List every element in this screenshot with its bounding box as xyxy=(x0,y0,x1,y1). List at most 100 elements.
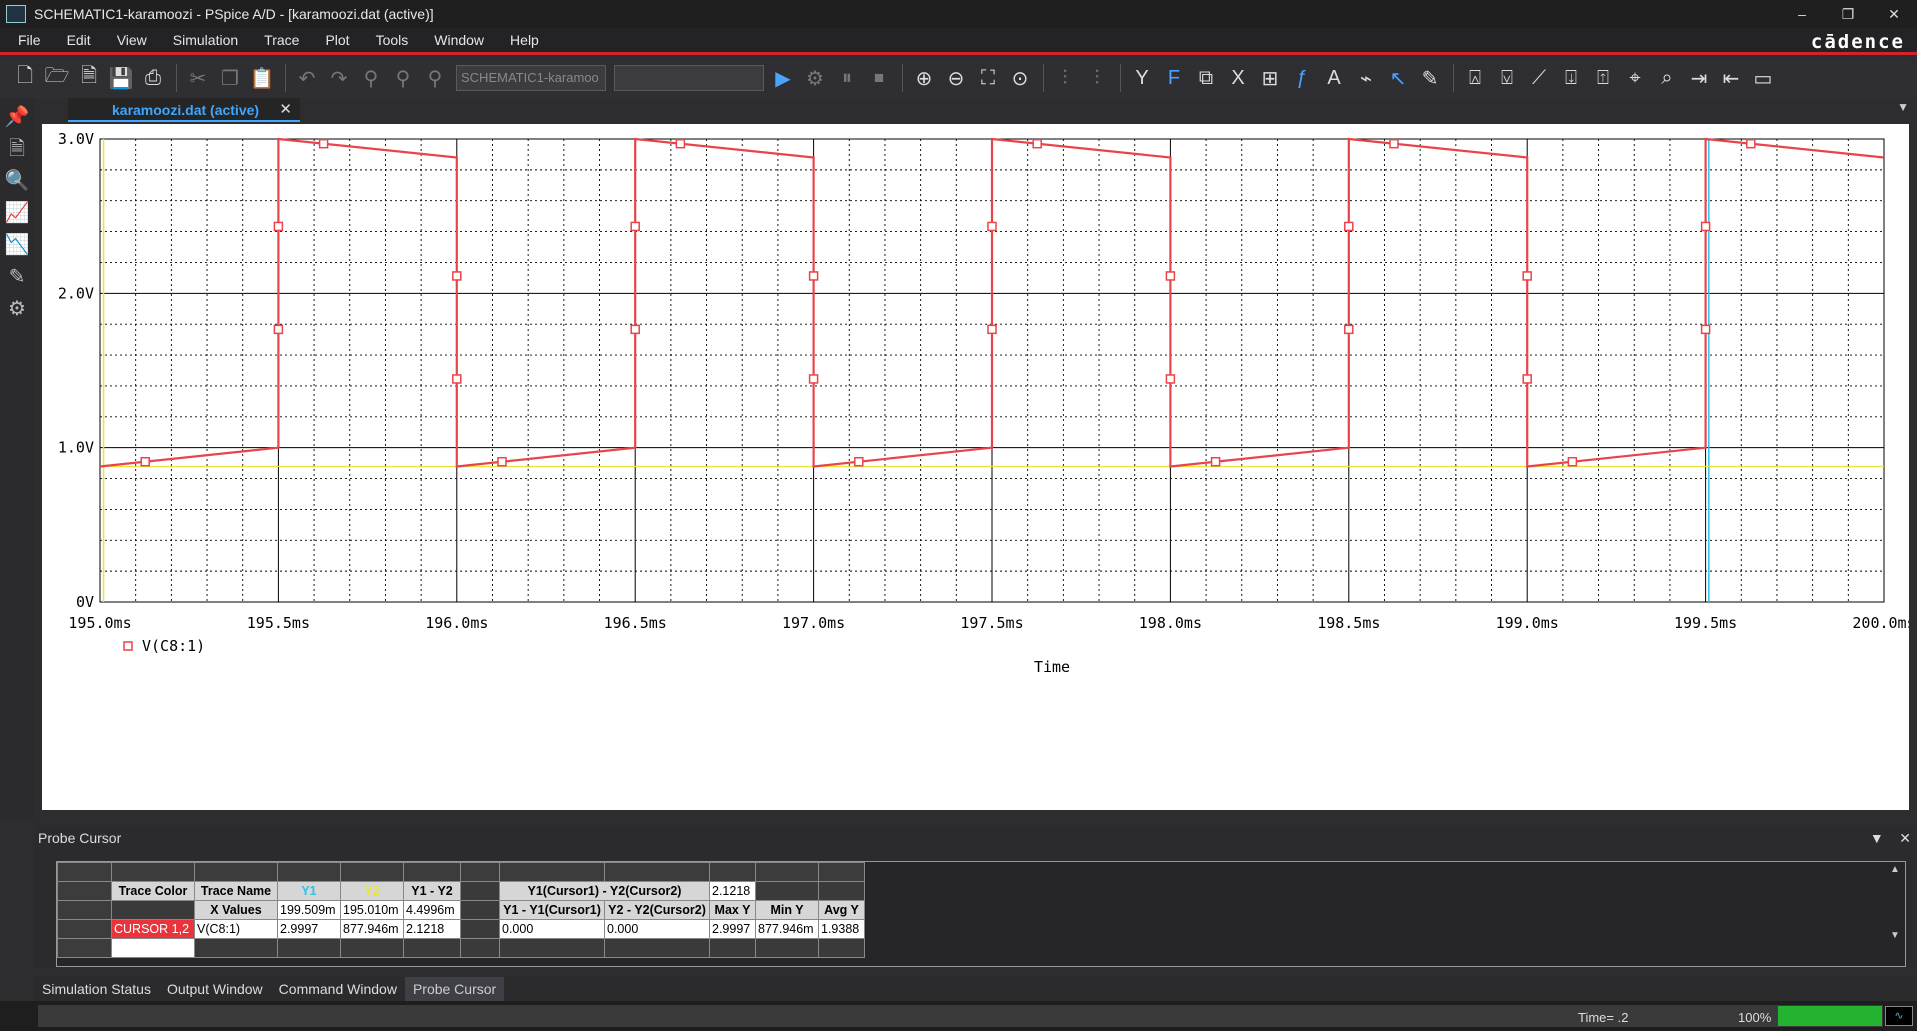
performance-analysis-icon[interactable]: ⧉ xyxy=(1191,63,1221,93)
probe-cursor-grid[interactable]: Trace Color Trace Name Y1 Y2 Y1 - Y2 Y1(… xyxy=(56,861,1906,967)
cursor-point-icon[interactable]: ⌖ xyxy=(1620,63,1650,93)
vertical-scrollbar[interactable]: ▲ ▼ xyxy=(1887,864,1903,964)
menu-window[interactable]: Window xyxy=(421,32,497,48)
trace-name-header: Trace Name xyxy=(194,881,278,901)
print-icon[interactable]: ⎙ xyxy=(138,63,168,93)
empty-cell xyxy=(709,862,756,882)
plot-settings-icon[interactable]: 📉 xyxy=(4,232,30,258)
paste-icon[interactable]: 📋 xyxy=(247,63,277,93)
y2-cursor2-value: 0.000 xyxy=(604,919,710,939)
min-y-header: Min Y xyxy=(755,900,819,920)
cursor-max-icon[interactable]: ⍐ xyxy=(1588,63,1618,93)
status-bar: Time= .2 100% ∿ xyxy=(0,1001,1917,1031)
trace-marker xyxy=(1522,374,1532,384)
waveform-icon[interactable]: ∿ xyxy=(1885,1006,1913,1026)
zoom-out-icon[interactable]: ⊖ xyxy=(941,63,971,93)
document-icon[interactable]: 🗎 xyxy=(4,136,30,162)
undo-icon[interactable]: ↶ xyxy=(292,63,322,93)
cursor-color-swatch[interactable]: CURSOR 1,2 xyxy=(111,919,195,939)
tab-command-window[interactable]: Command Window xyxy=(271,977,405,1001)
stop-icon[interactable]: ⏹ xyxy=(864,63,894,93)
tab-karamoozi-dat[interactable]: karamoozi.dat (active) ✕ xyxy=(68,98,300,122)
edit-plot-icon[interactable]: ✎ xyxy=(4,264,30,290)
menu-edit[interactable]: Edit xyxy=(54,32,104,48)
row-header-cell xyxy=(57,900,112,920)
copy-icon[interactable]: ❐ xyxy=(215,63,245,93)
fft-icon[interactable]: F xyxy=(1159,63,1189,93)
menu-help[interactable]: Help xyxy=(497,32,552,48)
cursor-peak-icon[interactable]: ⍓ xyxy=(1460,63,1490,93)
log-x-icon[interactable]: ⫶ xyxy=(1050,63,1080,93)
menu-trace[interactable]: Trace xyxy=(251,32,312,48)
menu-file[interactable]: File xyxy=(0,32,54,48)
menu-simulation[interactable]: Simulation xyxy=(160,32,251,48)
open-recent-icon[interactable]: 🗎 xyxy=(74,63,104,93)
pin-icon[interactable]: 📌 xyxy=(4,104,30,130)
zoom-in-icon[interactable]: ⊕ xyxy=(909,63,939,93)
empty-cell xyxy=(194,938,278,958)
simulation-combo[interactable] xyxy=(614,65,764,91)
trace-marker xyxy=(452,374,462,384)
toolbar-separator xyxy=(285,64,286,92)
minimize-button[interactable]: – xyxy=(1779,0,1825,28)
waveform-plot[interactable]: 195.0ms 195.5ms 196.0ms 196.5ms 197.0ms 197.5… xyxy=(42,124,1909,810)
empty-cell xyxy=(340,938,404,958)
restore-button[interactable]: ❐ xyxy=(1825,0,1871,28)
settings-icon[interactable]: ⚙ xyxy=(4,296,30,322)
log-y-icon[interactable]: ⫶ xyxy=(1082,63,1112,93)
tab-output-window[interactable]: Output Window xyxy=(159,977,271,1001)
cut-icon[interactable]: ✂ xyxy=(183,63,213,93)
table-row xyxy=(57,862,865,882)
close-button[interactable]: ✕ xyxy=(1871,0,1917,28)
plot-area[interactable]: 195.0ms 195.5ms 196.0ms 196.5ms 197.0ms 197.5… xyxy=(42,124,1909,810)
trace-marker xyxy=(1165,271,1176,281)
mark-label-icon[interactable]: ✎ xyxy=(1415,63,1445,93)
simulation-settings-icon[interactable]: ⚙ xyxy=(800,63,830,93)
close-tab-icon[interactable]: ✕ xyxy=(279,98,292,122)
redo-icon[interactable]: ↷ xyxy=(324,63,354,93)
add-y-axis-icon[interactable]: Y xyxy=(1127,63,1157,93)
open-folder-icon[interactable]: 🗁 xyxy=(42,63,72,93)
toggle-x-axis-icon[interactable]: X xyxy=(1223,63,1253,93)
chevron-down-icon[interactable]: ▼ xyxy=(1897,100,1909,114)
marker-icon[interactable]: ⚲ xyxy=(388,63,418,93)
table-row[interactable]: CURSOR 1,2 V(C8:1) 2.9997 877.946m 2.121… xyxy=(57,919,865,939)
trace-name-value[interactable]: V(C8:1) xyxy=(194,919,278,939)
menu-plot[interactable]: Plot xyxy=(312,32,362,48)
cursor-trough-icon[interactable]: ⍌ xyxy=(1492,63,1522,93)
tab-simulation-status[interactable]: Simulation Status xyxy=(34,977,159,1001)
zoom-fit-icon[interactable]: ⊙ xyxy=(1005,63,1035,93)
plot-window-icon[interactable]: 📈 xyxy=(4,200,30,226)
menu-view[interactable]: View xyxy=(104,32,160,48)
empty-cell xyxy=(194,862,278,882)
cursor-min-icon[interactable]: ⍗ xyxy=(1556,63,1586,93)
cursor-search-icon[interactable]: ⌕ xyxy=(1652,63,1682,93)
cursor-mark-icon[interactable]: ▭ xyxy=(1748,63,1778,93)
menu-tools[interactable]: Tools xyxy=(363,32,422,48)
pause-icon[interactable]: ⏸ xyxy=(832,63,862,93)
close-icon[interactable]: ✕ xyxy=(1899,830,1911,846)
chevron-down-icon[interactable]: ▼ xyxy=(1870,830,1884,846)
panel-controls: ▼ ✕ xyxy=(1870,826,1911,850)
run-icon[interactable]: ▶ xyxy=(768,63,798,93)
new-file-icon[interactable]: 🗋 xyxy=(10,63,40,93)
mark-data-points-icon[interactable]: ⌁ xyxy=(1351,63,1381,93)
search-document-icon[interactable]: 🔍 xyxy=(4,168,30,194)
tab-probe-cursor[interactable]: Probe Cursor xyxy=(404,977,505,1001)
profile-combo[interactable]: SCHEMATIC1-karamoo xyxy=(456,65,606,91)
legend-label: V(C8:1) xyxy=(142,637,205,655)
zoom-area-icon[interactable]: ⛶ xyxy=(973,63,1003,93)
add-text-label-icon[interactable]: A xyxy=(1319,63,1349,93)
marker-icon[interactable]: ⚲ xyxy=(356,63,386,93)
trace-marker xyxy=(630,221,640,232)
toggle-cursor-icon[interactable]: ↖ xyxy=(1383,63,1413,93)
eval-measurement-icon[interactable]: ƒ xyxy=(1287,63,1317,93)
next-transition-icon[interactable]: ⇥ xyxy=(1684,63,1714,93)
add-trace-icon[interactable]: ⊞ xyxy=(1255,63,1285,93)
save-icon[interactable]: 💾 xyxy=(106,63,136,93)
avg-y-value: 1.9388 xyxy=(818,919,865,939)
cursor-slope-icon[interactable]: ⟋ xyxy=(1524,63,1554,93)
pspice-window: SCHEMATIC1-karamoozi - PSpice A/D - [kar… xyxy=(0,0,1917,1031)
marker-icon[interactable]: ⚲ xyxy=(420,63,450,93)
previous-transition-icon[interactable]: ⇤ xyxy=(1716,63,1746,93)
